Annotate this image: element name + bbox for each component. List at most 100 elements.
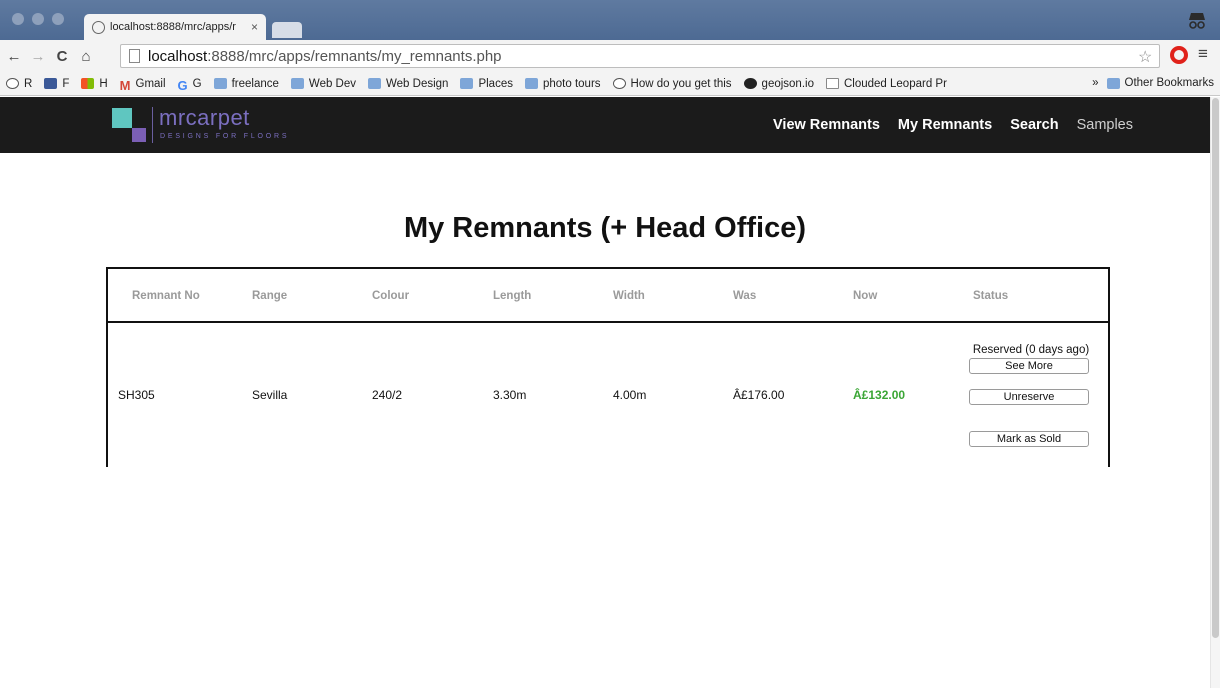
nav-my-remnants[interactable]: My Remnants — [898, 117, 992, 133]
mark-as-sold-button[interactable]: Mark as Sold — [969, 431, 1089, 447]
bookmark-label: Clouded Leopard Pr — [843, 77, 947, 90]
column-header: Status — [973, 290, 1009, 302]
nav-samples[interactable]: Samples — [1077, 117, 1133, 133]
bookmark-label: G — [192, 77, 202, 90]
url-path: :8888/mrc/apps/remnants/my_remnants.php — [207, 47, 502, 65]
new-tab-button[interactable] — [272, 22, 302, 38]
column-header: Length — [493, 290, 532, 302]
logo-mark-accent — [132, 128, 146, 142]
page-title: My Remnants (+ Head Office) — [403, 212, 807, 244]
bookmark-label: photo tours — [542, 77, 601, 90]
bookmarks-overflow: » Other Bookmarks — [1092, 77, 1214, 89]
column-header: Now — [853, 290, 878, 302]
cell-colour: 240/2 — [372, 388, 403, 402]
column-header: Remnant No — [132, 290, 200, 302]
geojson-icon — [743, 78, 757, 89]
folder-icon — [290, 78, 304, 89]
bookmark-item[interactable]: photo tours — [524, 77, 601, 90]
menu-icon[interactable]: ≡ — [1198, 44, 1208, 64]
logo-mark[interactable] — [112, 108, 132, 128]
column-header: Was — [733, 290, 757, 302]
bookmark-label: Other Bookmarks — [1124, 77, 1214, 89]
bookmark-star-icon[interactable]: ☆ — [1138, 47, 1152, 67]
browser-toolbar: ← → C ⌂ localhost:8888/mrc/apps/remnants… — [0, 40, 1220, 72]
folder-icon — [213, 78, 227, 89]
nav-view-remnants[interactable]: View Remnants — [773, 117, 880, 133]
bookmark-item[interactable]: Web Design — [368, 78, 448, 90]
folder-icon — [368, 78, 382, 89]
browser-titlebar: localhost:8888/mrc/apps/r × — [0, 0, 1220, 40]
opera-extension-icon[interactable] — [1170, 46, 1188, 64]
reload-icon[interactable]: C — [52, 48, 72, 65]
gmail-icon: M — [119, 78, 131, 93]
bookmark-item[interactable]: Web Dev — [290, 77, 357, 90]
back-icon[interactable]: ← — [4, 48, 24, 65]
bookmark-label: R — [24, 77, 33, 90]
cell-was-price: Â£176.00 — [733, 388, 785, 402]
logo-tagline: DESIGNS FOR FLOORS — [160, 133, 290, 140]
main-nav: View Remnants My Remnants Search Samples — [755, 97, 1133, 153]
home-icon[interactable]: ⌂ — [76, 48, 96, 65]
scrollbar-thumb[interactable] — [1212, 98, 1219, 638]
cell-range: Sevilla — [252, 388, 288, 402]
folder-icon — [460, 78, 474, 89]
nav-search[interactable]: Search — [1010, 117, 1058, 133]
bookmark-item[interactable]: Places — [460, 78, 513, 90]
bookmark-label: F — [62, 77, 70, 90]
bookmark-item[interactable]: How do you get this — [612, 77, 732, 90]
facebook-icon — [44, 78, 58, 89]
folder-icon — [1106, 77, 1120, 89]
url-host: localhost — [148, 47, 208, 65]
windows-icon — [81, 78, 95, 89]
bookmark-label: H — [99, 77, 108, 90]
bookmark-label: Web Design — [386, 77, 449, 90]
address-bar[interactable]: localhost:8888/mrc/apps/remnants/my_remn… — [120, 44, 1160, 68]
bookmarks-overflow-chevron[interactable]: » — [1092, 77, 1098, 89]
cell-remnant-no: SH305 — [118, 388, 155, 402]
column-header: Range — [252, 290, 288, 302]
tab-title: localhost:8888/mrc/apps/r — [110, 21, 236, 33]
globe-icon — [92, 20, 105, 34]
bookmark-item[interactable]: freelance — [213, 77, 279, 90]
site-header: mrcarpet DESIGNS FOR FLOORS View Remnant… — [0, 97, 1210, 153]
see-more-button[interactable]: See More — [969, 358, 1089, 374]
bookmark-label: Places — [478, 77, 513, 90]
bookmark-item[interactable]: geojson.io — [743, 77, 814, 90]
tab-close-icon[interactable]: × — [251, 20, 258, 34]
incognito-icon — [1189, 13, 1205, 29]
bookmark-item[interactable]: H — [81, 77, 108, 90]
browser-tab[interactable]: localhost:8888/mrc/apps/r × — [84, 14, 266, 40]
bookmark-item[interactable]: Clouded Leopard Pr — [825, 77, 947, 90]
folder-icon — [524, 78, 538, 89]
document-icon — [825, 78, 839, 89]
table-header: Remnant No Range Colour Length Width Was… — [108, 269, 1108, 323]
bookmark-label: Gmail — [135, 77, 166, 90]
zoom-window-icon[interactable] — [52, 13, 64, 25]
google-icon: G — [177, 78, 188, 93]
cell-now-price: Â£132.00 — [853, 388, 906, 402]
page-icon — [129, 49, 140, 63]
status-badge: Reserved (0 days ago) — [972, 344, 1090, 356]
logo-name[interactable]: mrcarpet — [159, 105, 250, 131]
bookmark-item[interactable]: F — [44, 78, 69, 90]
reddit-icon — [6, 78, 19, 89]
bookmark-label: How do you get this — [630, 77, 732, 90]
bookmark-label: geojson.io — [761, 77, 814, 90]
forward-icon[interactable]: → — [28, 48, 48, 65]
close-window-icon[interactable] — [12, 13, 24, 25]
bookmark-label: freelance — [231, 77, 279, 90]
reddit-icon — [612, 78, 626, 89]
cell-length: 3.30m — [493, 388, 527, 402]
minimize-window-icon[interactable] — [32, 13, 44, 25]
other-bookmarks[interactable]: Other Bookmarks — [1106, 77, 1214, 89]
unreserve-button[interactable]: Unreserve — [969, 389, 1089, 405]
bookmark-item[interactable]: R — [6, 78, 32, 90]
cell-width: 4.00m — [613, 388, 647, 402]
bookmarks-bar: R F H M Gmail GG freelance Web Dev Web De… — [0, 72, 1220, 96]
bookmark-label: Web Dev — [308, 77, 357, 90]
bookmark-item[interactable]: GG — [177, 77, 202, 94]
column-header: Width — [613, 290, 645, 302]
bookmark-item[interactable]: M Gmail — [119, 77, 166, 94]
remnants-table: Remnant No Range Colour Length Width Was… — [106, 267, 1110, 467]
column-header: Colour — [372, 290, 410, 302]
